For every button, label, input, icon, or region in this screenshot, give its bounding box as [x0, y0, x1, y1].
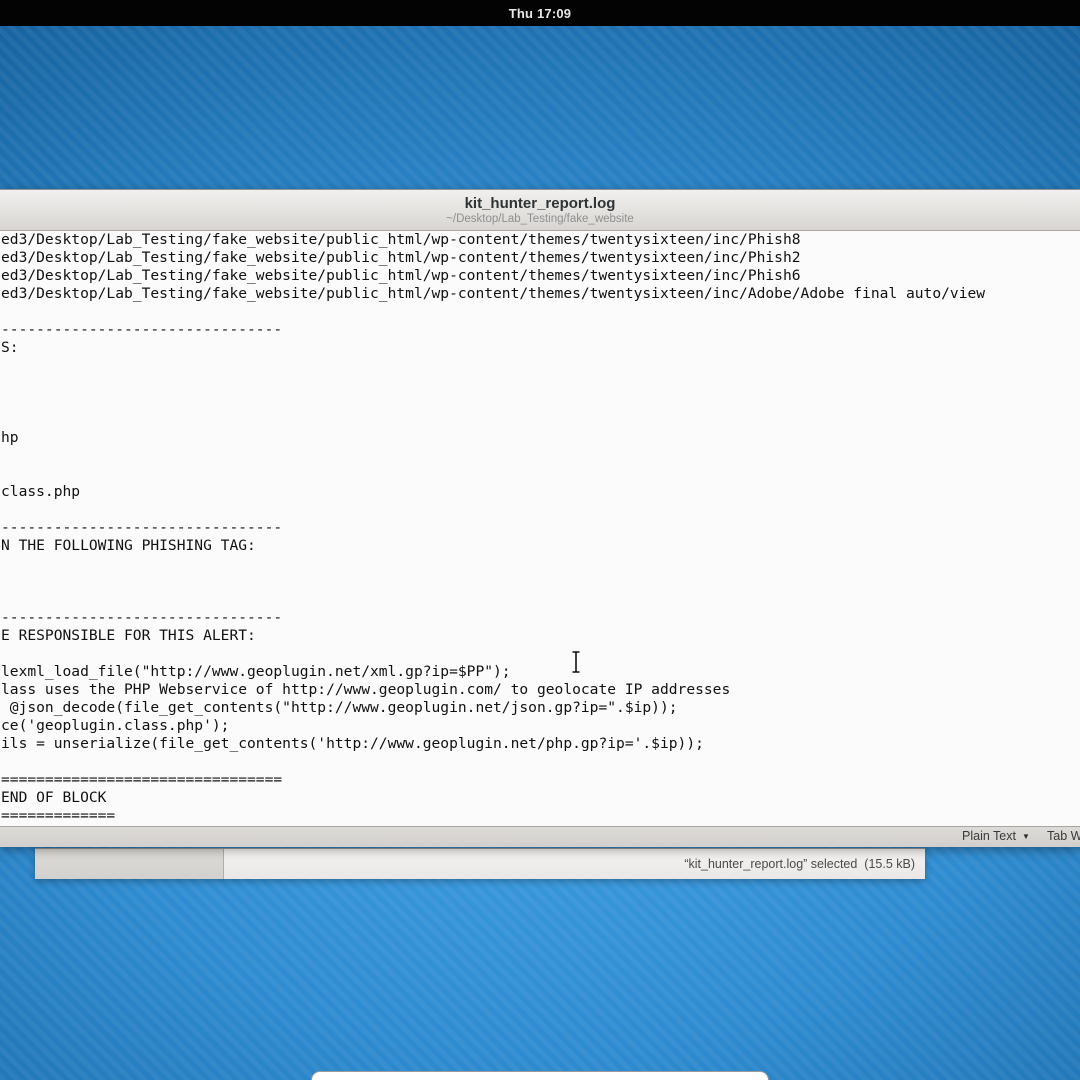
editor-line: END OF BLOCK: [1, 789, 1080, 807]
editor-line: [1, 645, 1080, 663]
editor-window: kit_hunter_report.log ~/Desktop/Lab_Test…: [0, 189, 1080, 847]
editor-line: N THE FOLLOWING PHISHING TAG:: [1, 537, 1080, 555]
editor-line: lexml_load_file("http://www.geoplugin.ne…: [1, 663, 1080, 681]
editor-line: lass uses the PHP Webservice of http://w…: [1, 681, 1080, 699]
editor-statusbar: Plain Text ▼ Tab W: [0, 826, 1080, 847]
editor-line: --------------------------------: [1, 609, 1080, 627]
selection-status-text: “kit_hunter_report.log” selected (15.5 k…: [684, 857, 915, 871]
window-path-subtitle: ~/Desktop/Lab_Testing/fake_website: [446, 212, 634, 226]
editor-line: [1, 447, 1080, 465]
tab-width-button[interactable]: Tab W: [1047, 829, 1080, 843]
editor-line: ================================: [1, 771, 1080, 789]
editor-line: ed3/Desktop/Lab_Testing/fake_website/pub…: [1, 249, 1080, 267]
file-manager-sidebar-edge: [35, 849, 224, 879]
editor-line: --------------------------------: [1, 519, 1080, 537]
editor-line: [1, 303, 1080, 321]
editor-line: [1, 573, 1080, 591]
editor-line: hp: [1, 429, 1080, 447]
file-manager-statusbar: “kit_hunter_report.log” selected (15.5 k…: [224, 849, 925, 879]
editor-text-area[interactable]: ed3/Desktop/Lab_Testing/fake_website/pub…: [0, 231, 1080, 826]
window-title: kit_hunter_report.log: [465, 195, 616, 212]
editor-line: @json_decode(file_get_contents("http://w…: [1, 699, 1080, 717]
editor-line: =============: [1, 807, 1080, 825]
editor-line: --------------------------------: [1, 321, 1080, 339]
editor-line: [1, 375, 1080, 393]
editor-line: ed3/Desktop/Lab_Testing/fake_website/pub…: [1, 231, 1080, 249]
editor-line: [1, 411, 1080, 429]
language-selector-label: Plain Text: [962, 829, 1016, 843]
clock[interactable]: Thu 17:09: [509, 6, 571, 21]
editor-titlebar[interactable]: kit_hunter_report.log ~/Desktop/Lab_Test…: [0, 189, 1080, 231]
gnome-top-bar: Thu 17:09: [0, 0, 1080, 26]
chevron-down-icon: ▼: [1022, 832, 1030, 841]
editor-line: ed3/Desktop/Lab_Testing/fake_website/pub…: [1, 267, 1080, 285]
editor-line: ce('geoplugin.class.php');: [1, 717, 1080, 735]
language-selector-button[interactable]: Plain Text ▼: [962, 829, 1030, 843]
editor-line: [1, 393, 1080, 411]
editor-line: class.php: [1, 483, 1080, 501]
editor-line: ed3/Desktop/Lab_Testing/fake_website/pub…: [1, 285, 1080, 303]
editor-line: ils = unserialize(file_get_contents('htt…: [1, 735, 1080, 753]
notification-banner-edge[interactable]: [311, 1071, 769, 1080]
editor-line: E RESPONSIBLE FOR THIS ALERT:: [1, 627, 1080, 645]
editor-line: [1, 753, 1080, 771]
editor-line: S:: [1, 339, 1080, 357]
file-manager-bottom-bar: “kit_hunter_report.log” selected (15.5 k…: [35, 848, 925, 879]
editor-line: [1, 591, 1080, 609]
editor-line: [1, 501, 1080, 519]
editor-line: [1, 465, 1080, 483]
editor-line: [1, 357, 1080, 375]
editor-line: [1, 555, 1080, 573]
